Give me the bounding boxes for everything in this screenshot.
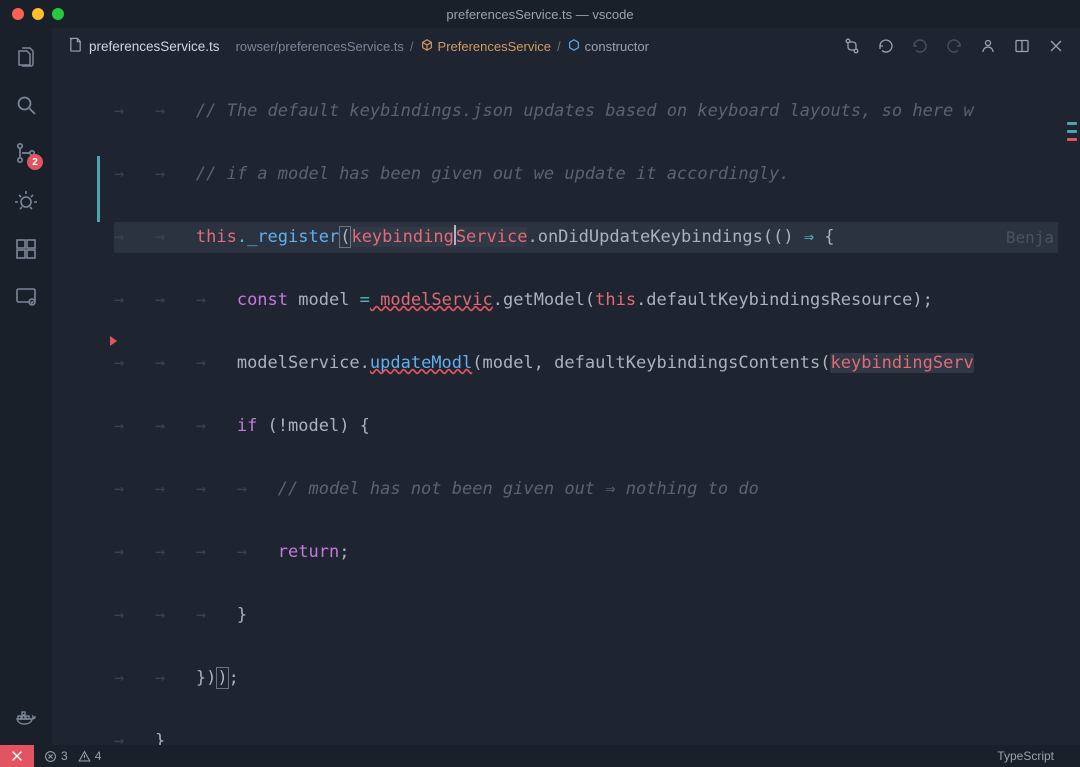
maximize-window-button[interactable]	[52, 8, 64, 20]
source-control-icon[interactable]: 2	[13, 140, 39, 166]
titlebar: preferencesService.ts — vscode	[0, 0, 1080, 28]
breadcrumb-separator: /	[557, 39, 561, 54]
editor-tab-bar: preferencesService.ts rowser/preferences…	[0, 28, 1080, 64]
tab-label: preferencesService.ts	[89, 39, 220, 54]
editor[interactable]: → → // The default keybindings.json upda…	[52, 64, 1080, 745]
search-icon[interactable]	[13, 92, 39, 118]
prev-change-icon[interactable]	[912, 38, 928, 54]
breadcrumb-segment: constructor	[567, 38, 649, 55]
window-title: preferencesService.ts — vscode	[446, 7, 633, 22]
split-editor-icon[interactable]	[1014, 38, 1030, 54]
scm-badge: 2	[27, 154, 43, 170]
problems-errors[interactable]: 3	[44, 749, 68, 763]
status-bar: 3 4 TypeScript	[0, 745, 1080, 767]
git-blame-annotation: Benja	[1006, 222, 1054, 254]
editor-actions	[844, 38, 1080, 54]
explorer-icon[interactable]	[13, 44, 39, 70]
activity-bar: 2	[0, 28, 52, 745]
typescript-file-icon	[68, 37, 83, 55]
language-mode[interactable]: TypeScript	[997, 749, 1054, 763]
problems-warnings[interactable]: 4	[78, 749, 102, 763]
close-window-button[interactable]	[12, 8, 24, 20]
breadcrumb-segment: PreferencesService	[420, 38, 551, 55]
breadcrumb-segment: rowser/preferencesService.ts	[236, 39, 404, 54]
debug-icon[interactable]	[13, 188, 39, 214]
editor-tab[interactable]: preferencesService.ts	[60, 37, 228, 55]
revert-icon[interactable]	[878, 38, 894, 54]
minimap[interactable]	[1062, 64, 1080, 745]
window-controls	[12, 8, 64, 20]
compare-changes-icon[interactable]	[844, 38, 860, 54]
minimize-window-button[interactable]	[32, 8, 44, 20]
breadcrumb[interactable]: rowser/preferencesService.ts / Preferenc…	[236, 38, 649, 55]
remote-indicator[interactable]	[0, 745, 34, 767]
code-content[interactable]: → → // The default keybindings.json upda…	[114, 64, 1058, 745]
method-icon	[567, 38, 581, 55]
account-icon[interactable]	[980, 38, 996, 54]
class-icon	[420, 38, 434, 55]
close-tab-icon[interactable]	[1048, 38, 1064, 54]
remote-icon[interactable]	[13, 284, 39, 310]
next-change-icon[interactable]	[946, 38, 962, 54]
breadcrumb-separator: /	[410, 39, 414, 54]
extensions-icon[interactable]	[13, 236, 39, 262]
change-indicator[interactable]	[97, 156, 100, 222]
docker-icon[interactable]	[13, 705, 39, 731]
